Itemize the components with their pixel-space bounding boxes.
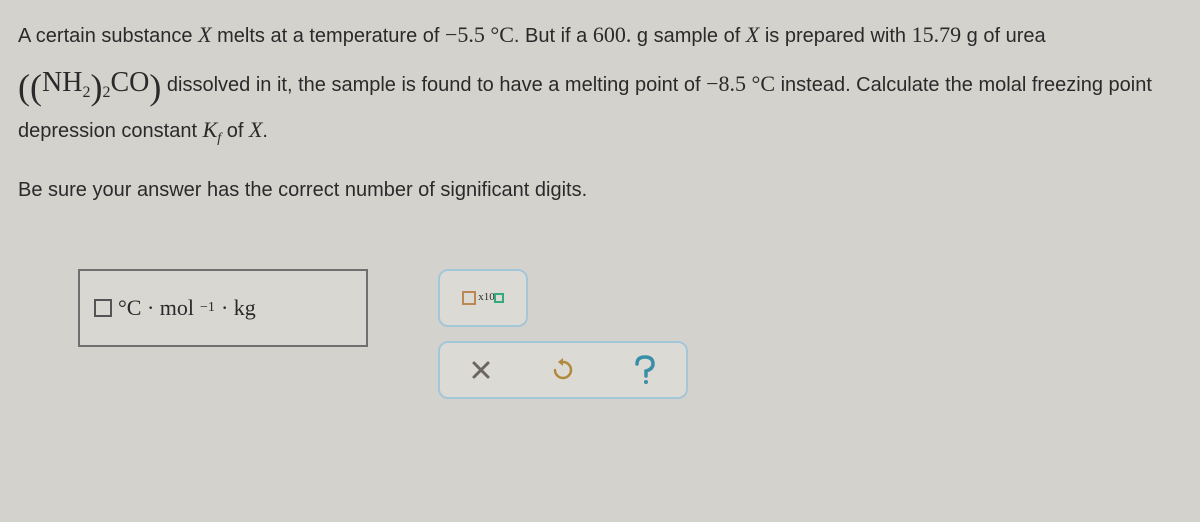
- text: .: [262, 120, 268, 142]
- text: melts at a temperature of: [212, 25, 445, 47]
- text: g of urea: [961, 25, 1046, 47]
- scientific-notation-button[interactable]: x10: [438, 269, 528, 327]
- formula-nh: NH: [42, 67, 82, 98]
- x-icon: [470, 359, 492, 381]
- text: A certain substance: [18, 25, 198, 47]
- kf-symbol-k: K: [203, 117, 218, 142]
- unit-kg: · kg: [221, 287, 256, 329]
- temp-final: −8.5 °C: [706, 71, 775, 96]
- paren-close: ): [149, 67, 161, 107]
- formula-co: CO: [110, 67, 149, 98]
- text: of: [221, 120, 249, 142]
- undo-icon: [551, 358, 575, 382]
- mass-urea: 15.79: [912, 22, 962, 47]
- variable-x: X: [746, 22, 759, 47]
- urea-formula: ((NH2)2CO): [18, 67, 161, 98]
- question-text: A certain substance X melts at a tempera…: [18, 14, 1182, 151]
- paren-close-inner: ): [90, 67, 102, 107]
- text: . But if a: [514, 25, 593, 47]
- instruction-text: Be sure your answer has the correct numb…: [18, 171, 1182, 209]
- paren-open-inner: (: [30, 67, 42, 107]
- answer-area: °C · mol−1 · kg x10: [18, 269, 1182, 399]
- text: is prepared with: [759, 25, 911, 47]
- paren-open: (: [18, 67, 30, 107]
- question-icon: [632, 355, 658, 385]
- text: g sample of: [631, 25, 746, 47]
- answer-blank-icon: [94, 299, 112, 317]
- unit-degc-mol: °C · mol: [118, 287, 194, 329]
- action-toolbar: [438, 341, 688, 399]
- clear-button[interactable]: [465, 354, 497, 386]
- reset-button[interactable]: [547, 354, 579, 386]
- help-button[interactable]: [629, 354, 661, 386]
- sci-notation-icon: x10: [462, 287, 504, 308]
- answer-input-box[interactable]: °C · mol−1 · kg: [78, 269, 368, 347]
- tool-panel: x10: [438, 269, 688, 399]
- variable-x: X: [249, 117, 262, 142]
- temp-initial: −5.5 °C: [445, 22, 514, 47]
- mass-sample: 600.: [593, 22, 632, 47]
- text: dissolved in it, the sample is found to …: [167, 74, 706, 96]
- variable-x: X: [198, 22, 211, 47]
